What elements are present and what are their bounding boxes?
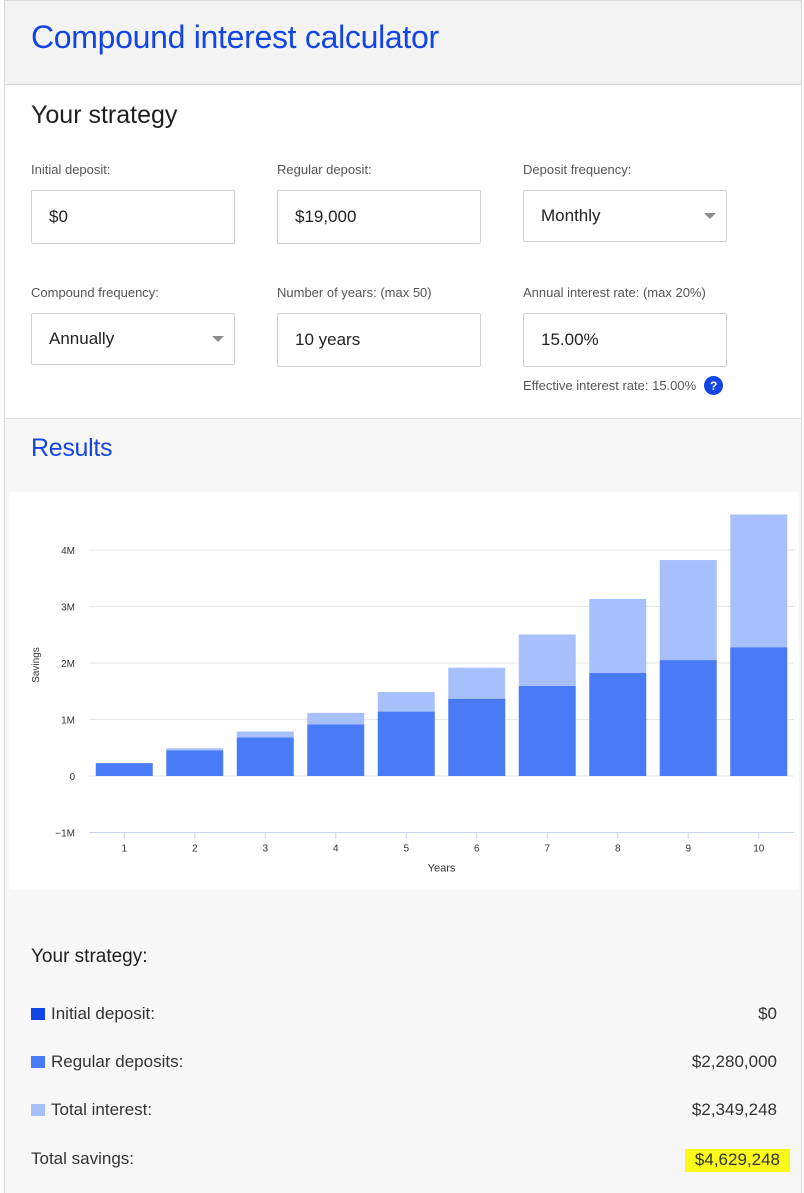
y-tick-label: 4M (61, 546, 75, 557)
bar-segment (236, 737, 294, 776)
summary-interest-label: Total interest: (51, 1100, 153, 1119)
chevron-down-icon (212, 336, 224, 342)
summary-regular-label: Regular deposits: (51, 1052, 184, 1071)
x-axis-label: Years (428, 863, 456, 875)
summary-initial-label: Initial deposit: (51, 1004, 155, 1023)
summary-title: Your strategy: (31, 946, 148, 967)
bar-segment (307, 712, 365, 725)
effective-rate-text: Effective interest rate: 15.00% (523, 378, 697, 393)
y-tick-label: −1M (55, 829, 75, 840)
y-tick-label: 3M (61, 603, 75, 614)
bar-segment (589, 672, 647, 776)
years-group: Number of years: (max 50) 10 years (277, 285, 481, 367)
regular-deposit-group: Regular deposit: $19,000 (277, 162, 481, 244)
years-input[interactable]: 10 years (277, 313, 481, 367)
x-tick-label: 6 (474, 844, 480, 855)
deposit-frequency-value: Monthly (541, 206, 601, 225)
bar-segment (518, 634, 576, 686)
summary-total-value: $4,629,248 (684, 1149, 790, 1172)
x-tick-label: 8 (615, 844, 621, 855)
bar-segment (448, 667, 506, 699)
summary-initial-value: $0 (758, 1004, 777, 1023)
bar-segment (659, 660, 717, 776)
compound-frequency-label: Compound frequency: (31, 285, 159, 300)
bar-segment (307, 724, 365, 776)
x-tick-label: 7 (544, 844, 550, 855)
results-title: Results (31, 434, 113, 462)
summary-label-initial: Initial deposit: (31, 1004, 155, 1024)
deposit-frequency-group: Deposit frequency: Monthly (523, 162, 727, 242)
bar-segment (377, 691, 435, 712)
x-tick-label: 9 (685, 844, 691, 855)
bar-segment (377, 711, 435, 776)
strategy-panel: Your strategy Initial deposit: $0 Regula… (5, 85, 801, 419)
initial-deposit-value: $0 (49, 207, 68, 226)
bar-segment (166, 750, 224, 776)
x-tick-label: 3 (262, 844, 268, 855)
years-label: Number of years: (max 50) (277, 285, 432, 300)
legend-swatch-initial (31, 1008, 45, 1020)
bar-segment (236, 731, 294, 738)
bar-segment (448, 698, 506, 776)
calculator-header: Compound interest calculator (5, 0, 801, 85)
y-tick-label: 2M (61, 659, 75, 670)
interest-rate-group: Annual interest rate: (max 20%) 15.00% (523, 285, 727, 367)
x-tick-label: 10 (753, 844, 765, 855)
y-tick-label: 1M (61, 716, 75, 727)
deposit-frequency-label: Deposit frequency: (523, 162, 632, 177)
bar-segment (589, 598, 647, 673)
savings-chart: −1M 0 1M 2M 3M 4M Savings 1 2 3 4 5 6 7 8 9 10 Years (9, 492, 799, 890)
x-tick-label: 5 (403, 844, 409, 855)
calculator-frame: Compound interest calculator Your strate… (4, 0, 802, 1193)
initial-deposit-label: Initial deposit: (31, 162, 111, 177)
summary-label-interest: Total interest: (31, 1100, 152, 1120)
x-tick-label: 4 (333, 844, 339, 855)
summary-total-label: Total savings: (31, 1149, 134, 1168)
compound-frequency-select[interactable]: Annually (31, 313, 235, 365)
bar-segment (518, 685, 576, 776)
interest-rate-value: 15.00% (541, 330, 599, 349)
strategy-title: Your strategy (31, 101, 178, 129)
summary-interest-value: $2,349,248 (691, 1100, 777, 1119)
legend-swatch-regular (31, 1056, 45, 1068)
initial-deposit-input[interactable]: $0 (31, 190, 235, 244)
bar-segment (95, 763, 153, 776)
summary-regular-value: $2,280,000 (691, 1052, 777, 1071)
initial-deposit-group: Initial deposit: $0 (31, 162, 235, 244)
deposit-frequency-select[interactable]: Monthly (523, 190, 727, 242)
chart-svg: −1M 0 1M 2M 3M 4M Savings 1 2 3 4 5 6 7 8 9 10 Years (31, 514, 794, 875)
regular-deposit-label: Regular deposit: (277, 162, 372, 177)
effective-rate-note: Effective interest rate: 15.00% ? (523, 376, 724, 395)
summary-label-regular: Regular deposits: (31, 1052, 183, 1072)
bar-segment (730, 647, 788, 776)
bar-segment (659, 560, 717, 661)
bar-segment (166, 748, 224, 751)
y-axis-label: Savings (31, 647, 42, 683)
regular-deposit-input[interactable]: $19,000 (277, 190, 481, 244)
x-tick-label: 1 (121, 844, 127, 855)
bar-segment (730, 514, 788, 648)
regular-deposit-value: $19,000 (295, 207, 357, 226)
help-icon[interactable]: ? (704, 376, 724, 395)
interest-rate-input[interactable]: 15.00% (523, 313, 727, 367)
compound-frequency-value: Annually (49, 329, 115, 348)
chevron-down-icon (704, 213, 716, 219)
x-tick-label: 2 (192, 844, 198, 855)
compound-frequency-group: Compound frequency: Annually (31, 285, 235, 365)
legend-swatch-interest (31, 1104, 45, 1116)
y-tick-label: 0 (69, 772, 75, 783)
page-title: Compound interest calculator (31, 19, 439, 55)
interest-rate-label: Annual interest rate: (max 20%) (523, 285, 706, 300)
years-value: 10 years (295, 330, 361, 349)
